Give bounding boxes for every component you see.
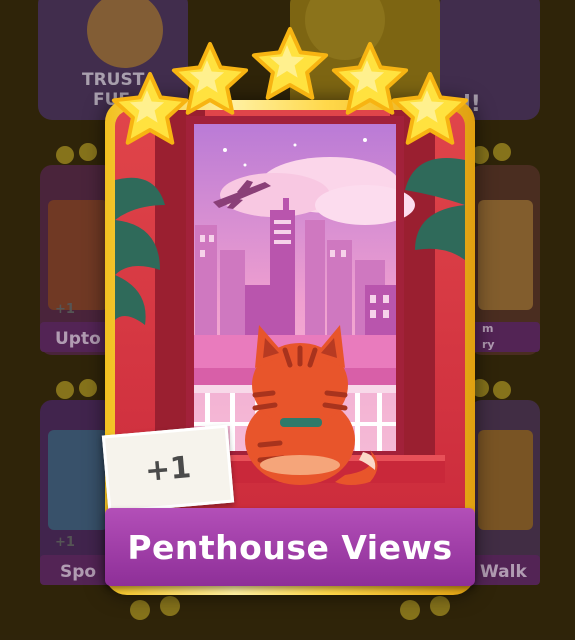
bonus-tag: +1 [101, 424, 235, 514]
bg-card-name-fragment: Spo [60, 562, 97, 582]
bg-card-tag-fragment: +1 [55, 302, 75, 317]
star-rating [111, 27, 469, 145]
bg-card-name-fragment: Upto [55, 329, 101, 349]
card-name: Penthouse Views [127, 527, 453, 567]
bg-card-tag-fragment: +1 [55, 535, 75, 550]
bg-card-name-fragment: m [482, 322, 494, 335]
bonus-tag-label: +1 [143, 449, 193, 489]
bg-card-name-fragment: ry [482, 338, 495, 351]
sticker-card[interactable]: +1 Penthouse Views [101, 100, 477, 600]
bg-card-name-fragment: Walk [480, 562, 527, 582]
card-name-banner: Penthouse Views [105, 508, 475, 586]
